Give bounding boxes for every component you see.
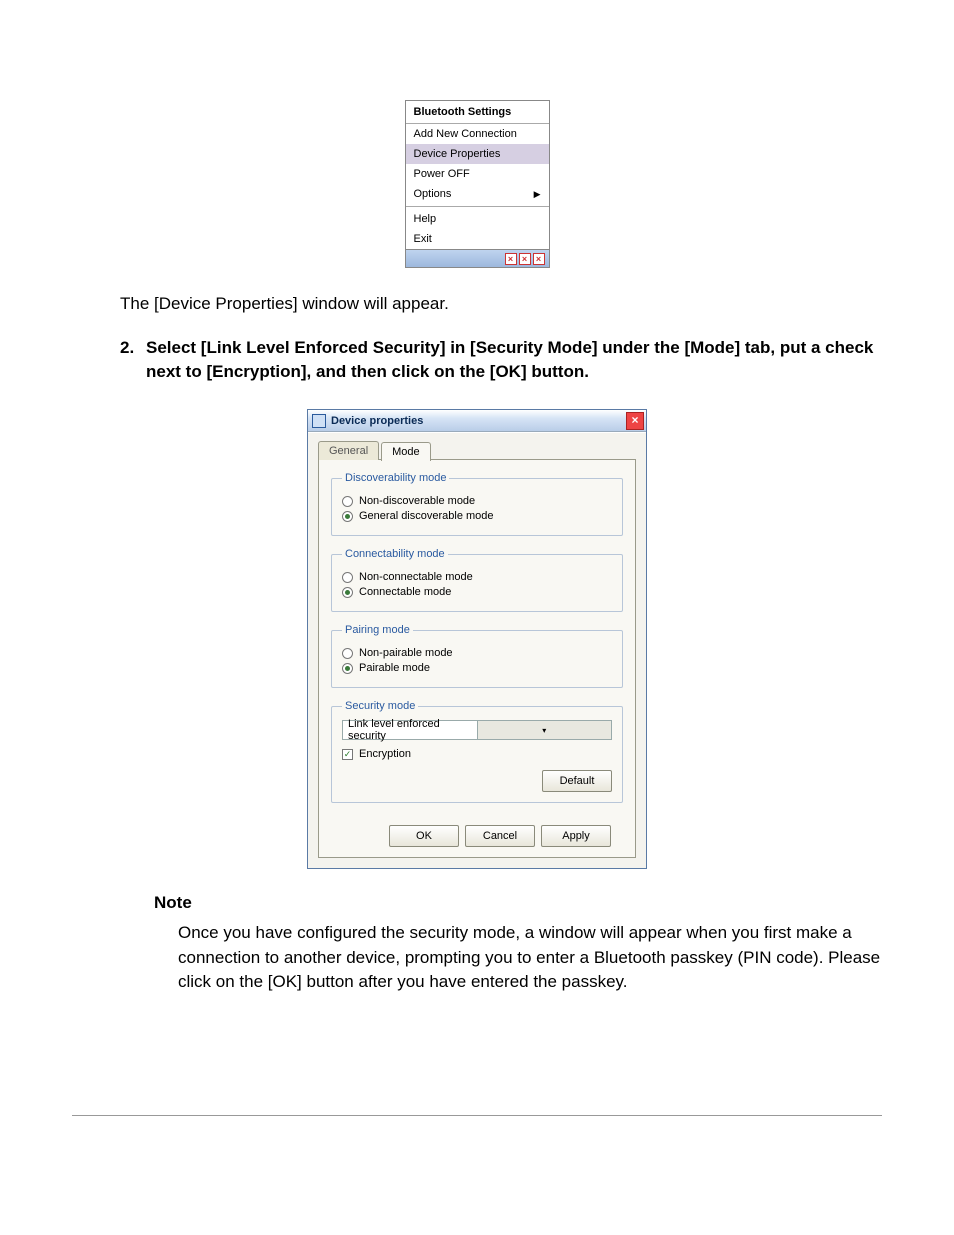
group-security: Security mode Link level enforced securi… — [331, 700, 623, 803]
tray-close-icon: × — [505, 253, 517, 265]
radio-label: Pairable mode — [359, 662, 430, 674]
radio-general-discoverable[interactable] — [342, 511, 353, 522]
combo-value: Link level enforced security — [343, 718, 477, 742]
step-text: Select [Link Level Enforced Security] in… — [146, 336, 882, 385]
cancel-button[interactable]: Cancel — [465, 825, 535, 847]
encryption-checkbox[interactable] — [342, 749, 353, 760]
checkbox-label: Encryption — [359, 748, 411, 760]
app-icon — [312, 414, 326, 428]
paragraph: The [Device Properties] window will appe… — [120, 292, 882, 316]
default-button[interactable]: Default — [542, 770, 612, 792]
radio-label: Non-discoverable mode — [359, 495, 475, 507]
dialog-title: Device properties — [331, 415, 626, 427]
menu-item-label: Exit — [414, 233, 432, 245]
menu-item-power-off[interactable]: Power OFF — [406, 164, 549, 184]
group-pairing: Pairing mode Non-pairable mode Pairable … — [331, 624, 623, 688]
radio-connectable[interactable] — [342, 587, 353, 598]
menu-item-label: Help — [414, 213, 437, 225]
group-legend: Pairing mode — [342, 624, 413, 636]
menu-item-add-connection[interactable]: Add New Connection — [406, 124, 549, 144]
group-legend: Connectability mode — [342, 548, 448, 560]
system-tray: × × × — [406, 249, 549, 267]
radio-label: Non-connectable mode — [359, 571, 473, 583]
group-legend: Discoverability mode — [342, 472, 449, 484]
menu-item-label: Options — [414, 188, 452, 200]
tab-mode[interactable]: Mode — [381, 442, 431, 461]
apply-button[interactable]: Apply — [541, 825, 611, 847]
tray-close-icon: × — [533, 253, 545, 265]
tab-pane-mode: Discoverability mode Non-discoverable mo… — [318, 459, 636, 858]
chevron-down-icon[interactable]: ▾ — [477, 721, 612, 739]
group-legend: Security mode — [342, 700, 418, 712]
radio-non-discoverable[interactable] — [342, 496, 353, 507]
group-connectability: Connectability mode Non-connectable mode… — [331, 548, 623, 612]
menu-separator — [406, 206, 549, 207]
close-button[interactable]: × — [626, 412, 644, 430]
tab-general[interactable]: General — [318, 441, 379, 460]
group-discoverability: Discoverability mode Non-discoverable mo… — [331, 472, 623, 536]
radio-pairable[interactable] — [342, 663, 353, 674]
radio-label: Non-pairable mode — [359, 647, 453, 659]
menu-item-options[interactable]: Options ▶ — [406, 184, 549, 204]
context-menu-title: Bluetooth Settings — [406, 101, 549, 124]
menu-item-label: Device Properties — [414, 148, 501, 160]
menu-item-exit[interactable]: Exit — [406, 229, 549, 249]
radio-non-pairable[interactable] — [342, 648, 353, 659]
note-body: Once you have configured the security mo… — [178, 921, 882, 995]
note-heading: Note — [154, 893, 882, 913]
menu-item-help[interactable]: Help — [406, 209, 549, 229]
menu-item-label: Add New Connection — [414, 128, 517, 140]
ok-button[interactable]: OK — [389, 825, 459, 847]
menu-item-label: Power OFF — [414, 168, 470, 180]
context-menu: Bluetooth Settings Add New Connection De… — [405, 100, 550, 268]
menu-item-device-properties[interactable]: Device Properties — [406, 144, 549, 164]
device-properties-dialog: Device properties × General Mode Discove… — [307, 409, 647, 869]
radio-label: General discoverable mode — [359, 510, 494, 522]
security-mode-combo[interactable]: Link level enforced security ▾ — [342, 720, 612, 740]
radio-non-connectable[interactable] — [342, 572, 353, 583]
step-number: 2. — [120, 336, 146, 385]
page-footer-rule — [72, 1115, 882, 1116]
tray-close-icon: × — [519, 253, 531, 265]
titlebar: Device properties × — [308, 410, 646, 432]
radio-label: Connectable mode — [359, 586, 451, 598]
step-2: 2. Select [Link Level Enforced Security]… — [120, 336, 882, 385]
submenu-arrow-icon: ▶ — [534, 189, 541, 200]
